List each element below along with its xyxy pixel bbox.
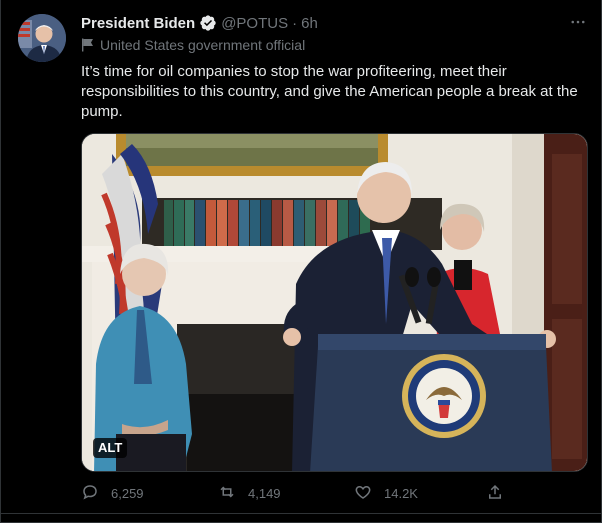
reply-button[interactable]: 6,259: [81, 483, 144, 504]
retweet-count: 4,149: [248, 486, 281, 501]
author-handle[interactable]: @POTUS: [221, 15, 288, 32]
separator-dot: ·: [292, 14, 298, 32]
alt-text-badge[interactable]: ALT: [93, 438, 128, 458]
avatar[interactable]: [18, 14, 66, 62]
tweet-timestamp[interactable]: 6h: [301, 15, 318, 32]
government-flag-icon: [81, 38, 94, 52]
reply-count: 6,259: [111, 486, 144, 501]
share-button[interactable]: [486, 483, 516, 504]
action-bar: 6,259 4,149 14.2K: [81, 483, 511, 503]
divider: [1, 513, 602, 514]
account-label[interactable]: United States government official: [81, 37, 305, 53]
like-button[interactable]: 14.2K: [354, 483, 418, 504]
tweet-header: President Biden @POTUS · 6h: [81, 13, 318, 33]
more-dots-icon[interactable]: [567, 12, 589, 32]
retweet-icon: [218, 483, 248, 504]
share-icon: [486, 483, 516, 504]
tweet-photo[interactable]: [81, 133, 588, 472]
press-event-photo: [82, 134, 587, 471]
tweet-card[interactable]: President Biden @POTUS · 6h United State…: [0, 0, 602, 523]
tweet-text: It’s time for oil companies to stop the …: [81, 63, 578, 120]
verified-badge-icon: [199, 14, 217, 32]
avatar-image: [18, 14, 66, 62]
retweet-button[interactable]: 4,149: [218, 483, 281, 504]
account-label-text: United States government official: [100, 37, 306, 53]
reply-icon: [81, 483, 111, 504]
heart-icon: [354, 483, 384, 504]
like-count: 14.2K: [384, 486, 418, 501]
author-name[interactable]: President Biden: [81, 15, 195, 32]
